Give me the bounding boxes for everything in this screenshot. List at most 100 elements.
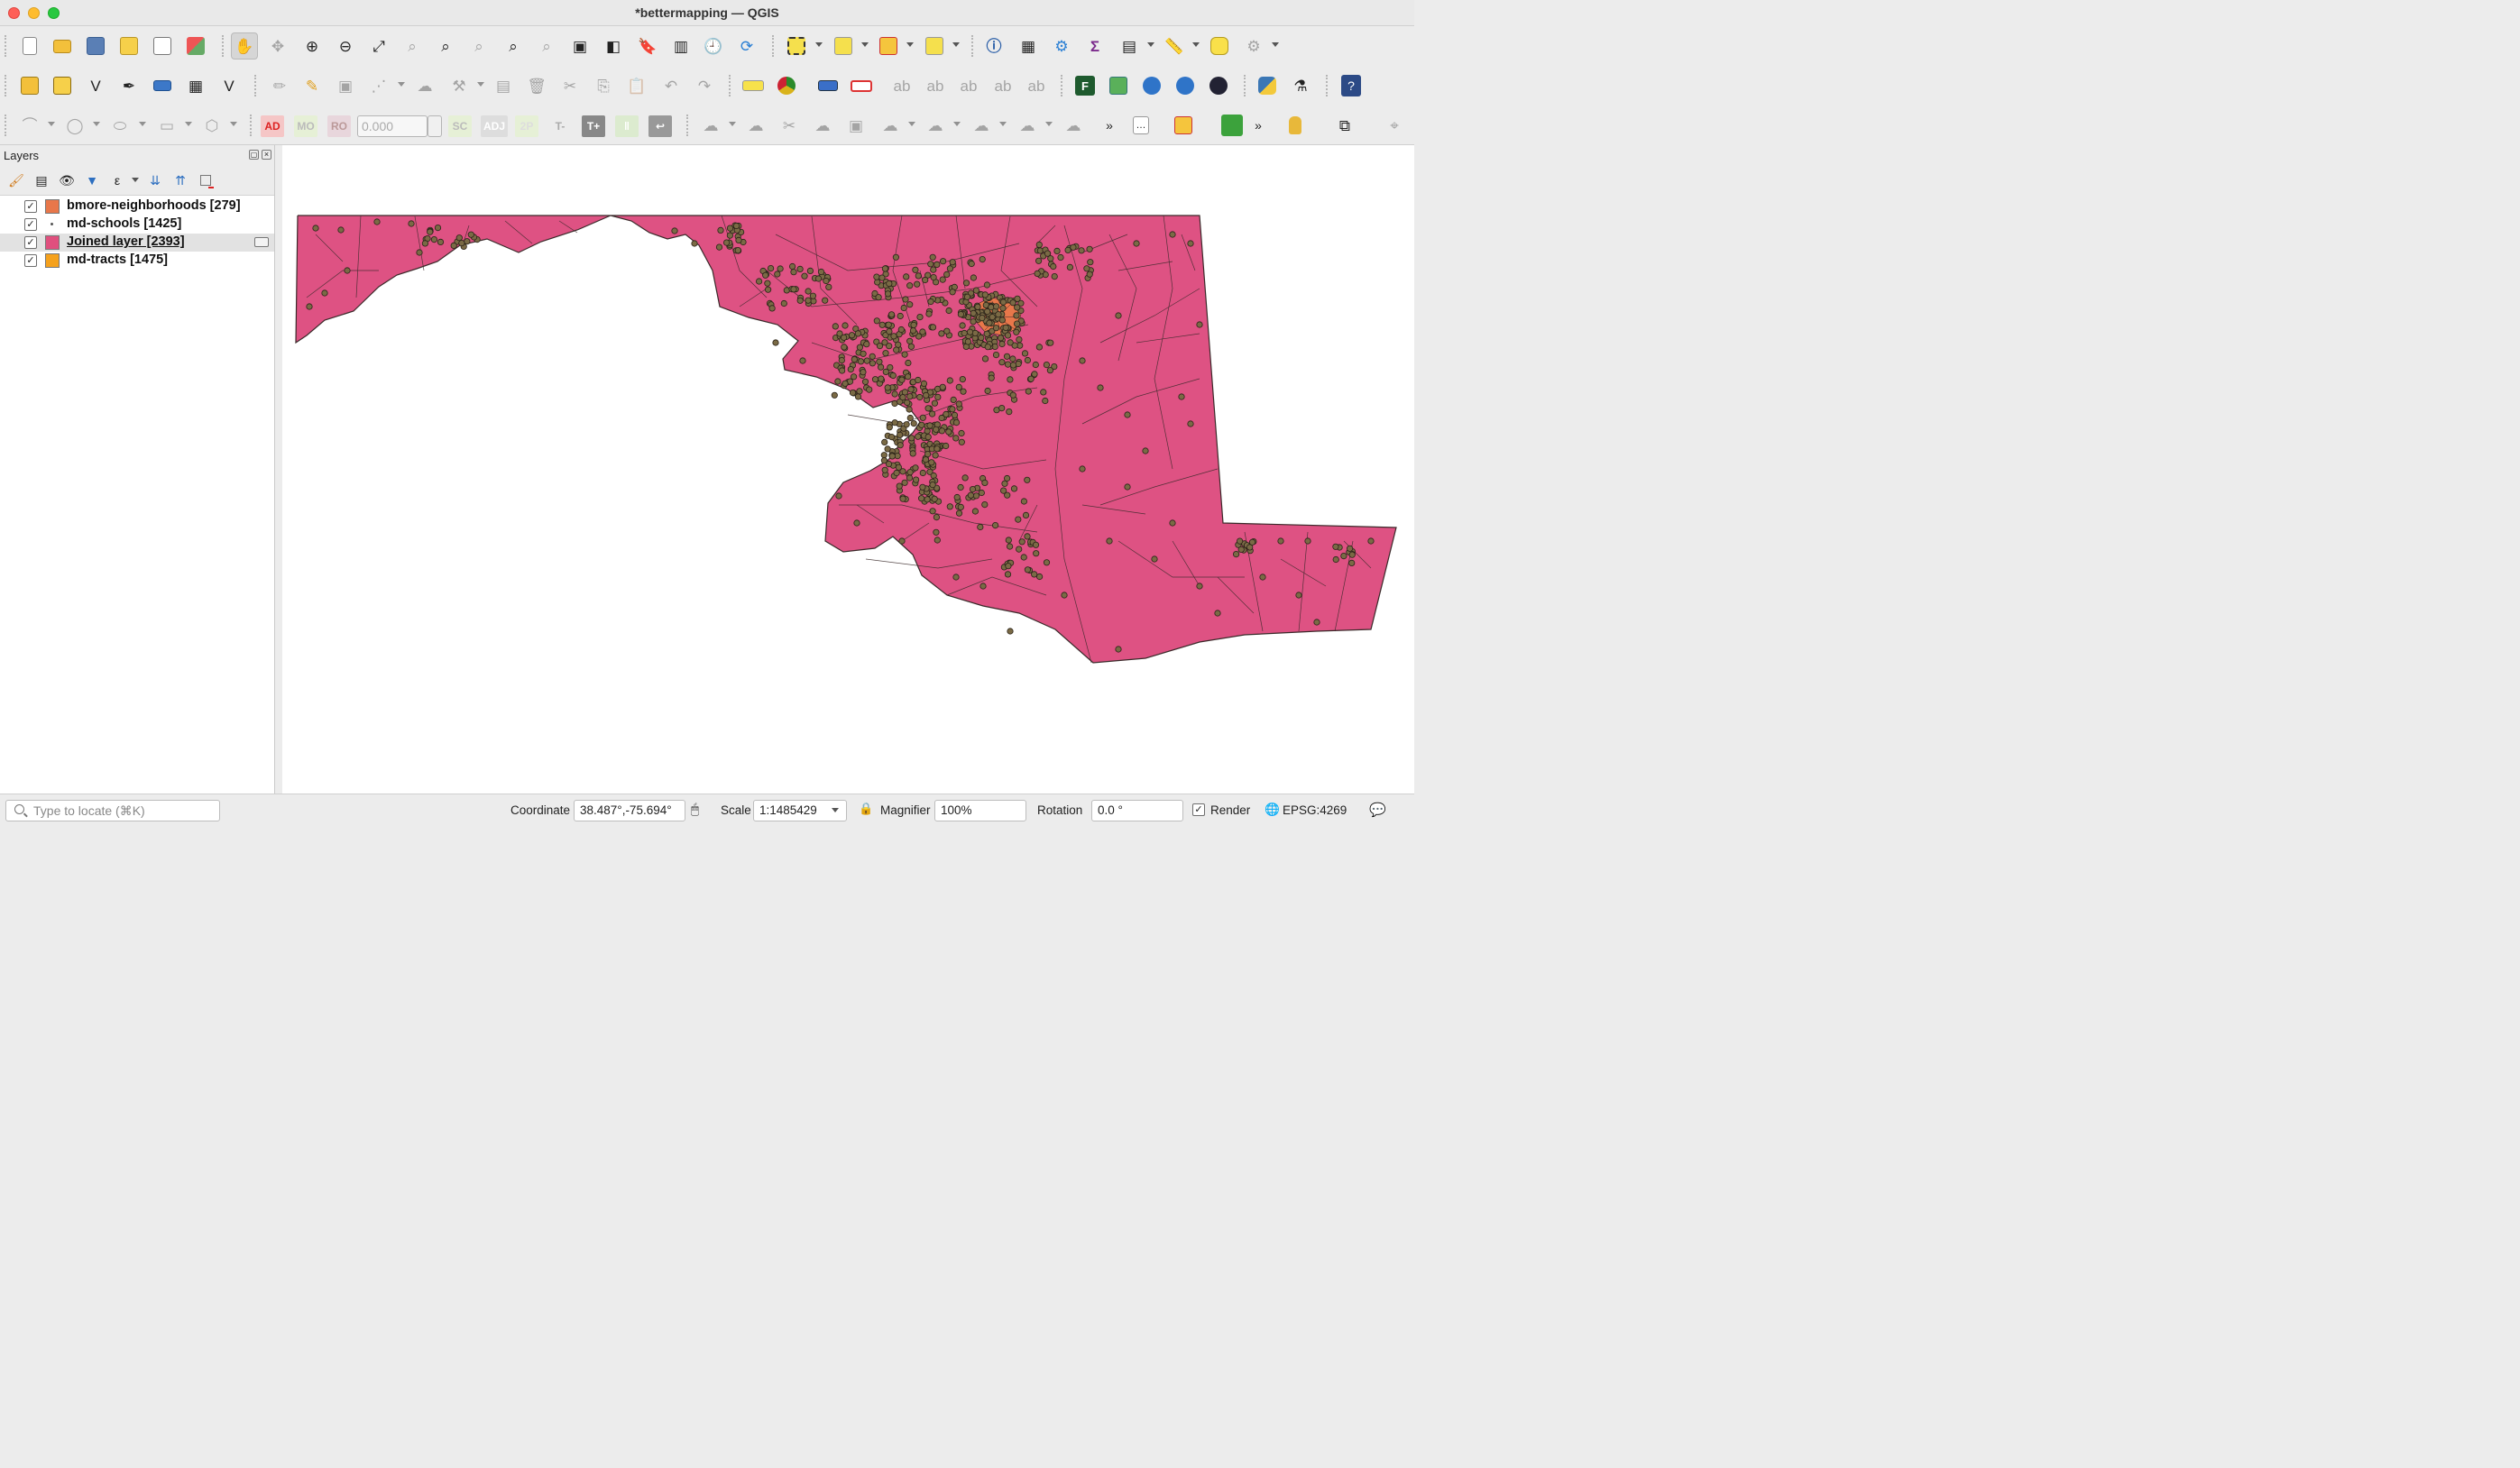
show-bookmarks-icon[interactable]: ▥ [667,32,694,60]
globe-icon[interactable] [1205,72,1232,99]
zoom-to-selection-icon[interactable]: ⌕ [399,32,426,60]
toolbar-grip[interactable] [1244,75,1247,96]
label-props-icon[interactable]: ab [989,72,1016,99]
messages-icon[interactable]: 💬 [1369,802,1386,818]
label-edit-icon[interactable]: ab [1023,72,1050,99]
wms-icon[interactable] [1138,72,1165,99]
add-ellipse-icon[interactable]: ⬭ [106,112,133,139]
merge-features-icon[interactable]: ▣ [842,112,869,139]
collapse-all-icon[interactable]: ⇈ [171,172,189,188]
chevron-down-icon[interactable] [1045,122,1053,126]
close-panel-icon[interactable]: × [262,150,271,160]
add-group-icon[interactable]: ▤ [32,172,51,188]
add-polygon-icon[interactable]: ☁ [411,72,438,99]
width-input[interactable]: 0.000 [357,115,428,137]
add-ring-icon[interactable]: ☁ [968,112,995,139]
toolbar-grip[interactable] [254,75,258,96]
add-circle-icon[interactable]: ◯ [61,112,88,139]
toolbar-grip[interactable] [772,35,776,57]
layer-row-joined-layer[interactable]: ✓ Joined layer [2393] [0,234,274,252]
plugin-tool-icon[interactable]: ⚗ [1287,72,1314,99]
reshape-icon[interactable]: ☁ [697,112,724,139]
cursor-tool-icon[interactable]: ⌖ [1381,112,1408,139]
select-location-icon[interactable] [921,32,948,60]
delete-selected-icon[interactable]: 🗑 [523,72,550,99]
new-mesh-layer-icon[interactable]: ▦ [182,72,209,99]
overflow-chevron-icon[interactable]: » [1096,112,1123,139]
modify-attributes-icon[interactable]: ▤ [490,72,517,99]
select-features-icon[interactable] [783,32,810,60]
chevron-down-icon[interactable] [906,42,914,47]
plugin-select-icon[interactable] [1105,72,1132,99]
new-geopackage-layer-icon[interactable] [49,72,76,99]
toolbar-grip[interactable] [5,75,8,96]
layer-visibility-checkbox[interactable]: ✓ [24,200,37,213]
ll-button[interactable]: ‖ [615,115,639,137]
rotate-feature-icon[interactable]: ☁ [877,112,904,139]
chevron-down-icon[interactable] [999,122,1007,126]
chevron-down-icon[interactable] [815,42,823,47]
chevron-down-icon[interactable] [230,122,237,126]
filter-legend-icon[interactable]: ▼ [83,172,101,188]
layer-diagram-icon[interactable] [773,72,800,99]
digitize-shape-icon[interactable]: ⌒ [16,112,43,139]
statistical-summary-icon[interactable]: Σ [1081,32,1108,60]
lock-scale-icon[interactable]: 🔒 [859,802,873,816]
new-shapefile-layer-icon[interactable]: V [82,72,109,99]
undo-cad-button[interactable]: ↩ [648,115,672,137]
cut-features-icon[interactable]: ✂ [556,72,584,99]
digitize-icon[interactable]: ⋰ [365,72,392,99]
temporal-controller-icon[interactable]: 🕘 [700,32,727,60]
sc-button[interactable]: SC [448,115,472,137]
open-attribute-table-icon[interactable]: ▦ [1015,32,1042,60]
layer-visibility-checkbox[interactable]: ✓ [24,218,37,231]
locator-search-input[interactable]: Type to locate (⌘K) [5,800,220,821]
wfs-icon[interactable] [1172,72,1199,99]
move-label-icon[interactable]: ab [888,72,915,99]
toolbar-grip[interactable] [729,75,732,96]
toolbar-grip[interactable] [1326,75,1329,96]
zoom-in-icon[interactable]: ⊕ [299,32,326,60]
ro-button[interactable]: RO [327,115,351,137]
add-regular-polygon-icon[interactable]: ⬡ [198,112,225,139]
save-as-icon[interactable] [115,32,143,60]
remove-layer-icon[interactable] [197,172,215,188]
render-checkbox[interactable]: ✓ [1192,803,1205,816]
chevron-down-icon[interactable] [132,178,139,182]
undo-icon[interactable]: ↶ [658,72,685,99]
deselect-features-icon[interactable] [875,32,902,60]
zoom-next-icon[interactable]: ⌕ [533,32,560,60]
advanced-digitizing-button[interactable]: AD [261,115,284,137]
more-options-icon[interactable]: … [1127,112,1154,139]
vertex-tool-icon[interactable]: ⚒ [446,72,473,99]
open-project-icon[interactable] [49,32,76,60]
chevron-down-icon[interactable] [398,82,405,87]
chevron-down-icon[interactable] [1272,42,1279,47]
new-virtual-layer-icon[interactable] [149,72,176,99]
expand-all-icon[interactable]: ⇊ [146,172,164,188]
pan-map-icon[interactable]: ✋ [231,32,258,60]
toggle-extents-icon[interactable]: 🖱 [691,802,699,817]
chevron-down-icon[interactable] [729,122,736,126]
style-panel-icon[interactable]: 🖌 [7,172,25,188]
help-icon[interactable]: ? [1338,72,1365,99]
toolbar-grip[interactable] [971,35,975,57]
rotation-field[interactable]: 0.0 ° [1091,800,1183,821]
chevron-down-icon[interactable] [48,122,55,126]
plugin-f-icon[interactable]: F [1071,72,1099,99]
split-parts-icon[interactable]: ☁ [809,112,836,139]
new-temp-layer-icon[interactable]: ✒ [115,72,143,99]
db-manager-icon[interactable] [1282,112,1309,139]
t-plus-button[interactable]: T+ [582,115,605,137]
manage-visibility-icon[interactable]: 👁 [58,172,76,188]
chevron-down-icon[interactable] [477,82,484,87]
coordinate-field[interactable]: 38.487°,-75.694° [574,800,685,821]
map-tips-icon[interactable] [1206,32,1233,60]
pan-to-selection-icon[interactable]: ✥ [264,32,291,60]
toggle-editing-icon[interactable]: ✏ [266,72,293,99]
toolbar-grip[interactable] [222,35,225,57]
zoom-to-layer-icon[interactable]: ⌕ [432,32,459,60]
measure-line-icon[interactable]: 📏 [1161,32,1188,60]
mo-button[interactable]: MO [294,115,317,137]
map-canvas[interactable] [282,145,1414,794]
